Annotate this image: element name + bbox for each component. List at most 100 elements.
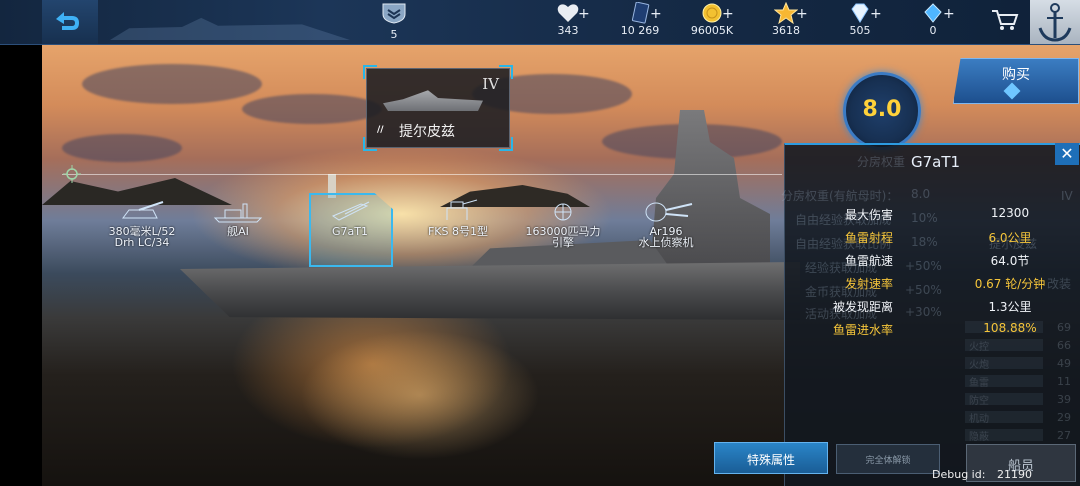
shop-cart-icon[interactable]: [990, 8, 1020, 32]
heart-icon: [557, 4, 579, 23]
buy-label: 购买: [1002, 67, 1030, 83]
full-unlock-button[interactable]: 完全体解锁: [836, 444, 940, 474]
resource-value: 10 269: [620, 24, 660, 37]
stat-label: 被发现距离: [832, 300, 893, 314]
bg-stat-value: +30%: [905, 305, 942, 319]
gem-icon: [1003, 82, 1021, 100]
resource-heart[interactable]: + 343: [528, 2, 608, 37]
resource-card[interactable]: + 10 269: [600, 2, 680, 37]
gun-turret-icon: [122, 201, 164, 219]
bg-attr-label: 防空: [969, 396, 989, 407]
bg-attr-num: 29: [1057, 411, 1071, 424]
back-button[interactable]: [42, 0, 98, 44]
stat-value: 12300: [990, 206, 1030, 220]
star-icon: [774, 2, 798, 24]
plus-icon: +: [796, 6, 808, 22]
engine-icon: [554, 203, 572, 221]
bg-stat-value: +50%: [905, 283, 942, 297]
panel-title: G7aT1: [911, 153, 961, 171]
ship-rating-badge: 8.0: [843, 72, 921, 150]
crystal-icon: [924, 3, 942, 23]
ship-thumbnail: [383, 90, 483, 111]
ship-info-card[interactable]: IV // 提尔皮兹: [363, 65, 513, 151]
bg-attr-num: 11: [1057, 375, 1071, 388]
bg-attr-num: 66: [1057, 339, 1071, 352]
resource-value: 0: [929, 24, 937, 37]
special-attributes-button[interactable]: 特殊属性: [714, 442, 828, 474]
module-engine[interactable]: 163000匹马力 引擎: [518, 198, 608, 248]
stat-label: 最大伤害: [844, 208, 893, 222]
module-seaplane[interactable]: Ar196 水上侦察机: [628, 198, 704, 248]
special-attributes-label: 特殊属性: [746, 453, 795, 467]
stat-label: 鱼雷进水率: [832, 323, 893, 337]
ship-class-icon: //: [377, 125, 384, 135]
fire-control-icon: [446, 199, 478, 220]
bg-stat-value: +50%: [905, 259, 942, 273]
resource-coin[interactable]: + 96005K: [672, 2, 752, 37]
resource-diamond[interactable]: + 505: [820, 2, 900, 37]
bg-stat-value: 8.0: [911, 187, 931, 201]
ship-tier: IV: [482, 75, 499, 93]
plus-icon: +: [578, 6, 590, 22]
module-label: G7aT1: [332, 225, 368, 238]
module-label: FKS 8号1型: [427, 225, 489, 238]
bg-stat-value: 18%: [911, 235, 938, 249]
crosshair-icon[interactable]: [63, 165, 81, 183]
plus-icon: +: [722, 6, 734, 22]
port-anchor-button[interactable]: [1030, 0, 1080, 44]
module-sublabel: Drh LC/34: [114, 236, 170, 249]
resource-value: 96005K: [690, 24, 734, 37]
plus-icon: +: [943, 6, 955, 22]
resource-value: 343: [557, 24, 579, 37]
stat-value: 0.67 轮/分钟: [974, 277, 1046, 291]
bg-attr-label: 隐蔽: [969, 432, 989, 443]
plus-icon: +: [650, 6, 662, 22]
resource-star[interactable]: + 3618: [746, 2, 826, 37]
ship-silhouette-decoration: [110, 17, 350, 40]
ship-name: 提尔皮兹: [399, 124, 455, 140]
rank-badge[interactable]: 5: [372, 2, 416, 41]
back-arrow-icon: [56, 12, 79, 30]
debug-id: 21190: [997, 468, 1032, 481]
resource-value: 505: [849, 24, 871, 37]
top-resource-bar: 5 + 343 + 10 269 + 96005K + 3618 + 505 +…: [0, 0, 1080, 45]
card-corner: [363, 65, 377, 79]
stat-value: 108.88%: [983, 321, 1037, 335]
water-reflection: [300, 330, 540, 460]
module-fire-control[interactable]: FKS 8号1型: [418, 198, 498, 237]
rank-shield-icon: [382, 3, 406, 24]
close-button[interactable]: ✕: [1055, 143, 1079, 165]
card-corner: [363, 137, 377, 151]
module-torpedo[interactable]: G7aT1: [312, 198, 388, 237]
bg-attr-label: 火炮: [969, 360, 989, 371]
bg-attr-num: 69: [1057, 321, 1071, 334]
bg-attr-num: 27: [1057, 429, 1071, 442]
stat-value: 64.0节: [990, 254, 1030, 268]
card-icon: [631, 2, 650, 24]
buy-button[interactable]: 购买: [953, 58, 1079, 104]
bg-stat-value: 10%: [911, 211, 938, 225]
module-stats-panel: 分房权重 分房权重(有航母时)： 8.0 自由经验获取加成 10% 自由经验获取…: [781, 143, 1080, 486]
seaplane-icon: [645, 202, 693, 222]
torpedo-icon: [331, 201, 370, 221]
module-label: 舰AI: [227, 225, 249, 238]
module-hull[interactable]: 舰AI: [206, 198, 270, 237]
bg-attr-num: 49: [1057, 357, 1071, 370]
resource-value: 3618: [772, 24, 800, 37]
coin-icon: [702, 3, 722, 23]
module-sublabel: 引擎: [552, 236, 574, 249]
card-corner: [499, 137, 513, 151]
module-sublabel: 水上侦察机: [638, 236, 694, 249]
resource-crystal[interactable]: + 0: [893, 2, 973, 37]
debug-label: Debug id:: [932, 468, 986, 481]
full-unlock-label: 完全体解锁: [865, 456, 911, 466]
plus-icon: +: [870, 6, 882, 22]
module-main-battery[interactable]: 380毫米L/52 Drh LC/34: [100, 198, 184, 248]
bg-attr-label: 鱼雷: [969, 378, 989, 389]
module-track-line: [62, 174, 782, 175]
stat-label: 发射速率: [844, 277, 893, 291]
background-ship-stats: 分房权重 分房权重(有航母时)： 8.0 自由经验获取加成 10% 自由经验获取…: [781, 145, 1080, 486]
hull-icon: [213, 203, 263, 223]
game-screen: 5 + 343 + 10 269 + 96005K + 3618 + 505 +…: [0, 0, 1080, 486]
stat-value: 6.0公里: [988, 231, 1032, 245]
